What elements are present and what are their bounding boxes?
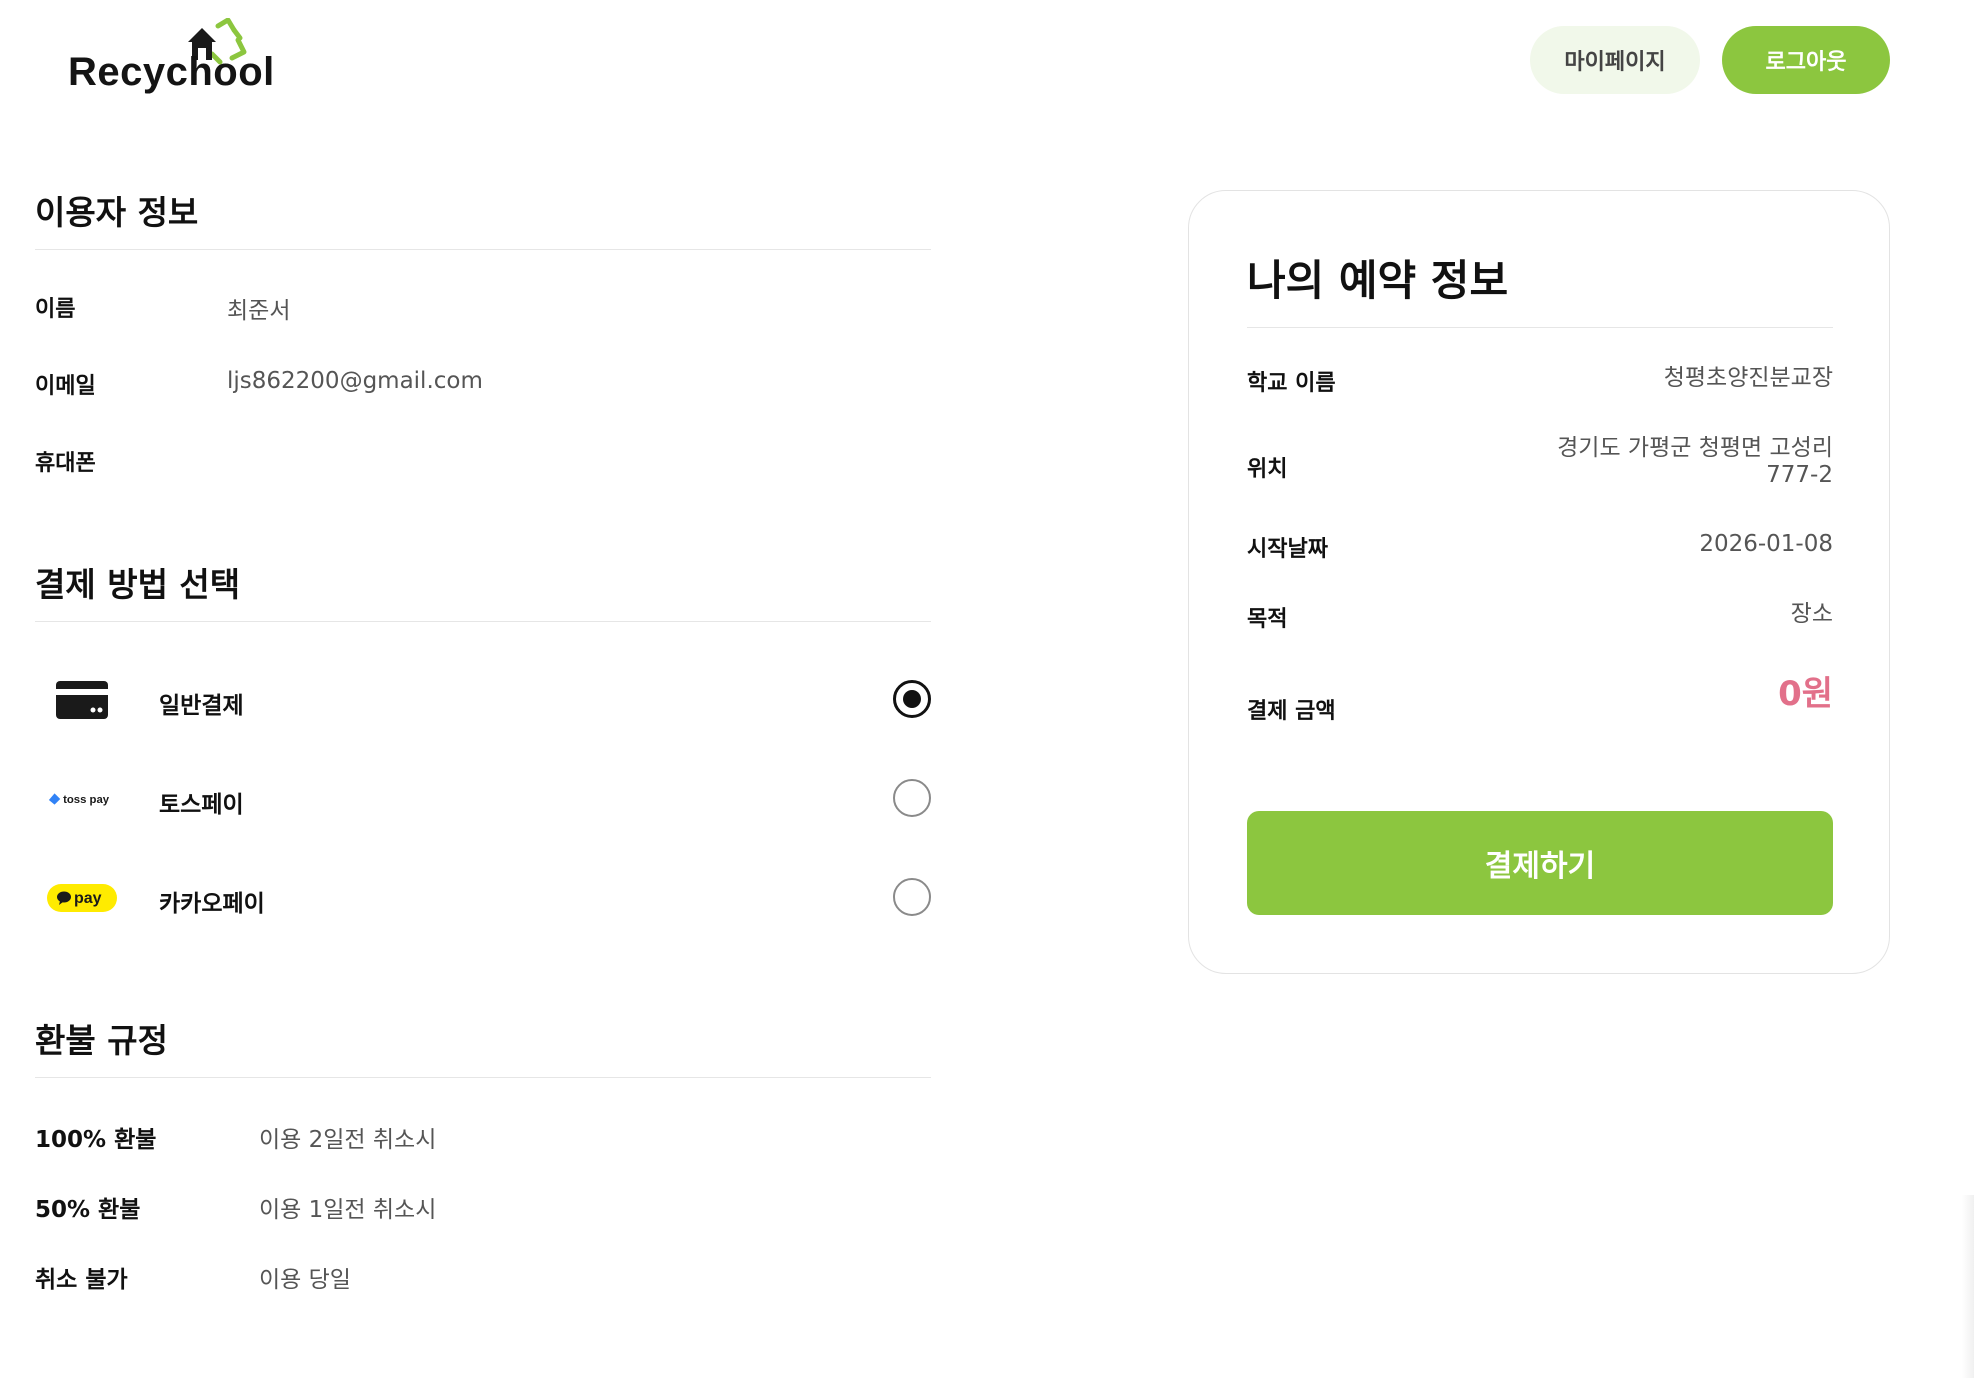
reservation-label: 목적	[1247, 607, 1288, 632]
reservation-label: 학교 이름	[1247, 371, 1336, 396]
radio-unselected[interactable]	[893, 779, 931, 817]
reservation-value: 청평초양진분교장	[1663, 365, 1833, 391]
payment-option-card[interactable]: 일반결제	[35, 670, 931, 730]
refund-label: 취소 불가	[35, 1267, 128, 1293]
pay-button[interactable]: 결제하기	[1247, 811, 1833, 915]
refund-policy-title: 환불 규정	[35, 1021, 168, 1060]
reservation-label: 시작날짜	[1247, 537, 1328, 562]
refund-row: 100% 환불 이용 2일전 취소시	[35, 1120, 931, 1160]
info-label: 이름	[35, 297, 76, 322]
kakaopay-logo: pay	[47, 868, 117, 928]
payment-option-label: 토스페이	[159, 792, 244, 818]
reservation-value: 장소	[1790, 601, 1833, 627]
info-row-phone: 휴대폰	[35, 445, 931, 485]
payment-method-title: 결제 방법 선택	[35, 565, 241, 604]
info-row-email: 이메일 ljs862200@gmail.com	[35, 368, 931, 408]
user-info-title: 이용자 정보	[35, 193, 199, 232]
credit-card-icon	[47, 670, 117, 730]
amount-label: 결제 금액	[1247, 699, 1336, 724]
payment-option-kakaopay[interactable]: pay 카카오페이	[35, 868, 931, 928]
tosspay-brand-text: toss pay	[63, 794, 110, 806]
reservation-title: 나의 예약 정보	[1247, 256, 1509, 305]
info-label: 이메일	[35, 374, 96, 399]
info-value: ljs862200@gmail.com	[227, 368, 483, 394]
mypage-button[interactable]: 마이페이지	[1530, 26, 1700, 94]
recychool-logo[interactable]: Recychool	[68, 18, 274, 98]
reservation-label: 위치	[1247, 457, 1288, 482]
reservation-value: 경기도 가평군 청평면 고성리 777-2	[1557, 435, 1833, 488]
reservation-card: 나의 예약 정보 학교 이름 청평초양진분교장 위치 경기도 가평군 청평면 고…	[1188, 190, 1890, 974]
tosspay-logo: toss pay	[47, 769, 117, 829]
divider	[35, 621, 931, 622]
divider	[1247, 327, 1833, 328]
refund-label: 100% 환불	[35, 1127, 157, 1153]
logout-button[interactable]: 로그아웃	[1722, 26, 1890, 94]
payment-option-label: 일반결제	[159, 693, 244, 719]
refund-value: 이용 당일	[259, 1267, 351, 1293]
refund-row: 50% 환불 이용 1일전 취소시	[35, 1190, 931, 1230]
radio-unselected[interactable]	[893, 878, 931, 916]
amount-value: 0원	[1778, 674, 1833, 714]
info-row-name: 이름 최준서	[35, 291, 931, 331]
divider	[35, 1077, 931, 1078]
payment-option-tosspay[interactable]: toss pay 토스페이	[35, 769, 931, 829]
payment-page: Recychool 마이페이지 로그아웃 이용자 정보 이름 최준서 이메일 l…	[0, 0, 1974, 1378]
reservation-value: 2026-01-08	[1699, 531, 1833, 557]
logo-wordmark: Recychool	[68, 50, 275, 94]
refund-value: 이용 2일전 취소시	[259, 1127, 437, 1153]
refund-row: 취소 불가 이용 당일	[35, 1260, 931, 1300]
scrollbar-edge	[1962, 1195, 1974, 1378]
refund-label: 50% 환불	[35, 1197, 141, 1223]
info-value: 최준서	[227, 298, 291, 324]
payment-option-label: 카카오페이	[159, 891, 265, 917]
kakaopay-brand-text: pay	[74, 890, 102, 907]
radio-selected[interactable]	[893, 680, 931, 718]
divider	[35, 249, 931, 250]
refund-value: 이용 1일전 취소시	[259, 1197, 437, 1223]
info-label: 휴대폰	[35, 451, 96, 476]
